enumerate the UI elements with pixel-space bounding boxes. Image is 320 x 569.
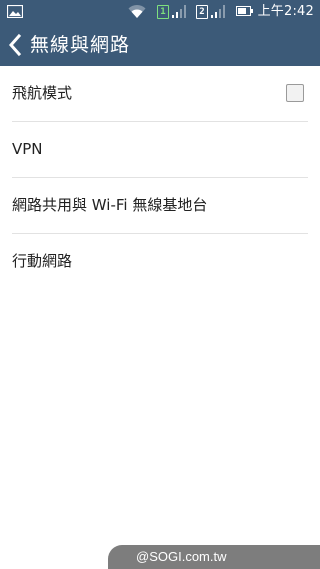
- watermark: @SOGI.com.tw: [108, 545, 320, 569]
- gallery-icon: [7, 5, 23, 18]
- chevron-left-icon: [8, 33, 22, 57]
- setting-label: VPN: [12, 140, 43, 158]
- setting-vpn[interactable]: VPN: [0, 122, 320, 178]
- page-title: 無線與網路: [30, 34, 131, 56]
- battery-icon: [236, 6, 253, 16]
- sim2-signal-icon: [211, 5, 225, 18]
- sim1-badge: 1: [157, 5, 169, 19]
- back-button[interactable]: [6, 33, 24, 57]
- setting-airplane-mode[interactable]: 飛航模式: [0, 66, 320, 122]
- setting-tethering-hotspot[interactable]: 網路共用與 Wi-Fi 無線基地台: [0, 178, 320, 234]
- action-bar: 無線與網路: [0, 24, 320, 66]
- sim2-badge: 2: [196, 5, 208, 19]
- wifi-icon: [128, 4, 146, 18]
- status-bar: 1 2 上午2:42: [0, 0, 320, 24]
- setting-label: 網路共用與 Wi-Fi 無線基地台: [12, 196, 208, 214]
- setting-label: 飛航模式: [12, 84, 73, 102]
- setting-label: 行動網路: [12, 252, 73, 270]
- settings-list: 飛航模式 VPN 網路共用與 Wi-Fi 無線基地台 行動網路: [0, 66, 320, 290]
- setting-mobile-network[interactable]: 行動網路: [0, 234, 320, 290]
- airplane-mode-checkbox[interactable]: [286, 84, 304, 102]
- watermark-text: @SOGI.com.tw: [136, 549, 227, 564]
- sim1-signal-icon: [172, 5, 186, 18]
- clock: 上午2:42: [257, 4, 314, 19]
